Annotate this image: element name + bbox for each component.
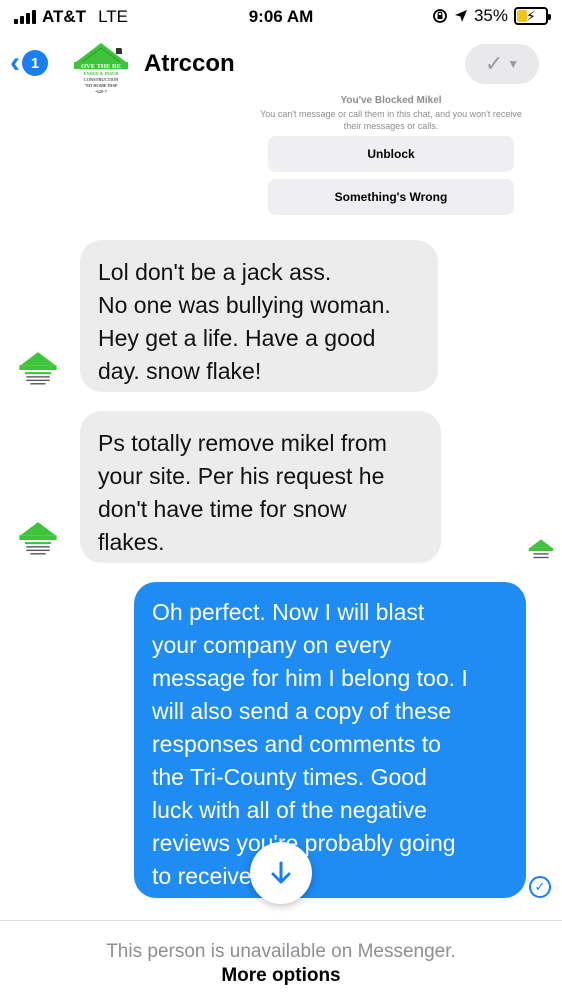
blocked-notice: You've Blocked Mikel You can't message o… (260, 95, 522, 132)
message-bubble-incoming[interactable]: Ps totally remove mikel from your site. … (80, 411, 441, 563)
blocked-subtitle: You can't message or call them in this c… (260, 109, 522, 131)
sender-avatar[interactable] (18, 520, 58, 560)
battery-charging-icon: ⚡ (514, 7, 551, 25)
read-receipt-avatar (528, 538, 554, 564)
message-line: Ps totally remove mikel from (98, 430, 387, 456)
arrow-down-icon (271, 861, 291, 884)
message-line: to receive (152, 863, 252, 889)
message-line: responses and comments to (152, 731, 441, 757)
chevron-down-icon: ▼ (507, 57, 520, 71)
logo-line-1: OVE THE RE (81, 63, 121, 70)
message-line: No one was bullying woman. (98, 292, 391, 318)
unavailable-text: This person is unavailable on Messenger. (106, 941, 456, 962)
unblock-button[interactable]: Unblock (268, 136, 514, 172)
sent-check-icon: ✓ (529, 876, 551, 898)
battery-percent: 35% (473, 6, 508, 25)
message-line: Hey get a life. Have a good (98, 325, 376, 351)
logo-line-5: -620-7 (95, 89, 108, 94)
logo-line-3: CONSTRUCTION (84, 77, 120, 82)
company-logo (19, 522, 57, 555)
something-wrong-button[interactable]: Something's Wrong (268, 179, 514, 215)
contact-avatar[interactable]: OVE THE RE ENSED & INSUR CONSTRUCTION "E… (72, 40, 130, 98)
blocked-title: You've Blocked Mikel (340, 95, 442, 106)
message-bubble-incoming[interactable]: Lol don't be a jack ass. No one was bull… (80, 240, 438, 392)
company-logo (528, 539, 554, 559)
message-line: reviews you're probably going (152, 830, 456, 856)
message-bubble-outgoing[interactable]: Oh perfect. Now I will blast your compan… (134, 582, 526, 898)
logo-line-4: "ED HOME INSP (84, 83, 118, 88)
message-line: Lol don't be a jack ass. (98, 259, 332, 285)
message-line: will also send a copy of these (152, 698, 452, 724)
checkmark-icon: ✓ (484, 51, 504, 76)
screen-rotation-lock-icon (433, 9, 447, 23)
message-line: day. snow flake! (98, 358, 262, 384)
status-bar: AT&T LTE 9:06 AM 35% ⚡ (0, 0, 562, 34)
location-arrow-icon (454, 10, 467, 22)
chat-header: ‹ 1 OVE THE RE ENSED & INSUR CONSTRUCTIO… (0, 34, 562, 98)
chevron-left-icon: ‹ (10, 46, 20, 79)
message-line: don't have time for snow (98, 496, 347, 522)
back-button[interactable]: ‹ 1 (10, 48, 48, 78)
unread-count-badge: 1 (22, 50, 48, 76)
logo-line-2: ENSED & INSUR (83, 71, 119, 76)
scroll-to-bottom-button[interactable] (250, 842, 312, 904)
contact-name[interactable]: Atrccon (144, 50, 235, 78)
company-logo: OVE THE RE ENSED & INSUR CONSTRUCTION "E… (74, 43, 128, 94)
message-line: Oh perfect. Now I will blast (152, 599, 425, 625)
message-line: your site. Per his request he (98, 463, 385, 489)
status-right: 35% ⚡ (432, 6, 551, 26)
options-button[interactable]: ✓ ▼ (465, 44, 539, 84)
message-line: message for him I belong too. I (152, 665, 468, 691)
message-line: the Tri-County times. Good (152, 764, 427, 790)
sender-avatar[interactable] (18, 350, 58, 390)
message-line: flakes. (98, 529, 165, 555)
footer-divider (0, 920, 562, 921)
company-logo (19, 352, 57, 385)
message-line: your company on every (152, 632, 392, 658)
message-line: luck with all of the negative (152, 797, 427, 823)
more-options-link[interactable]: More options (0, 965, 562, 987)
